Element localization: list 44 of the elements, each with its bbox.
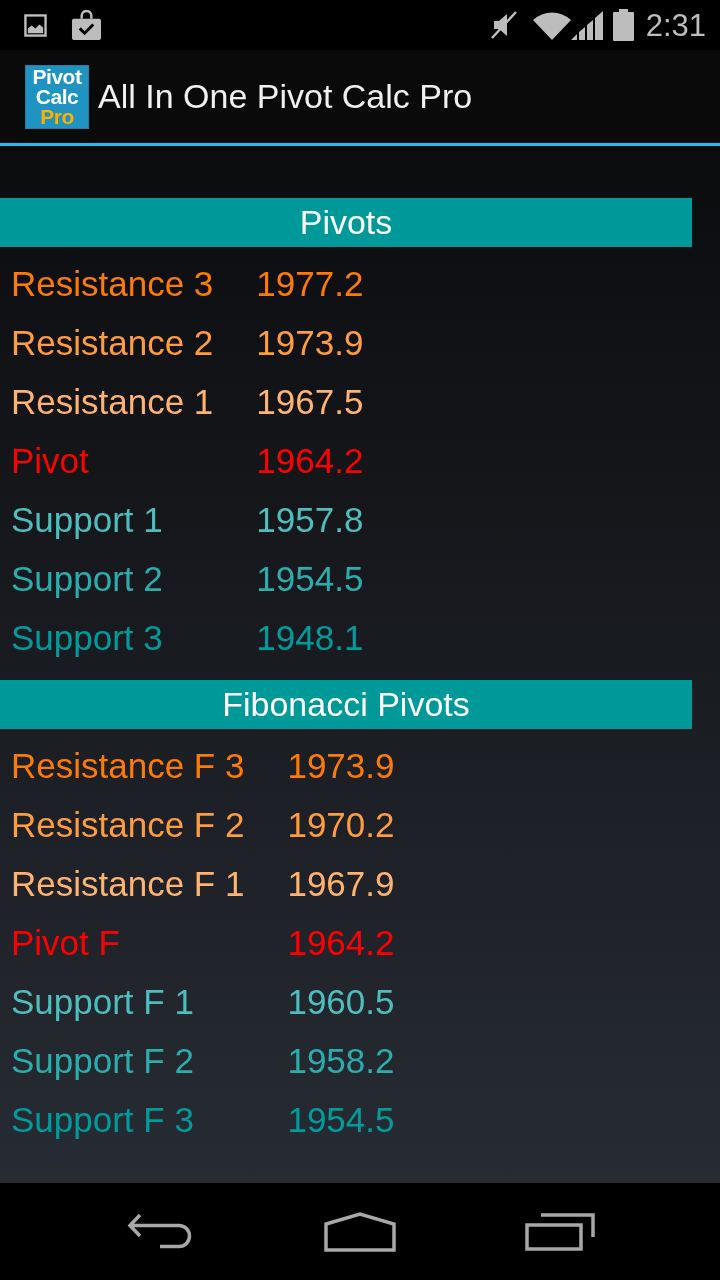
home-icon <box>324 1211 396 1252</box>
level-label: Resistance F 3 <box>11 745 245 787</box>
level-label: Pivot F <box>11 922 121 964</box>
level-value: 1964.2 <box>256 440 364 482</box>
section-header: Pivots <box>0 198 692 247</box>
level-value: 1973.9 <box>287 745 395 787</box>
level-value: 1958.2 <box>287 1040 395 1082</box>
wifi-icon <box>532 10 571 40</box>
level-value: 1970.2 <box>287 804 395 846</box>
level-value: 1977.2 <box>256 263 364 305</box>
recent-apps-icon <box>525 1212 595 1251</box>
level-label: Support F 2 <box>11 1040 195 1082</box>
level-label: Support 3 <box>11 617 164 659</box>
level-label: Support 1 <box>11 499 164 541</box>
logo-text: Pro <box>40 106 74 127</box>
level-label: Resistance 3 <box>11 263 214 305</box>
image-icon <box>24 13 47 37</box>
shopping-bag-check-icon <box>71 10 102 40</box>
level-value: 1957.8 <box>256 499 364 541</box>
clock-time: 2:31 <box>645 9 706 41</box>
level-value: 1973.9 <box>256 322 364 364</box>
level-value: 1954.5 <box>287 1099 395 1141</box>
battery-icon <box>612 9 634 41</box>
logo-text: Pivot <box>32 66 82 87</box>
level-value: 1967.9 <box>287 863 395 905</box>
level-label: Support F 1 <box>11 981 195 1023</box>
level-value: 1960.5 <box>287 981 395 1023</box>
section-header: Fibonacci Pivots <box>0 680 692 729</box>
level-label: Resistance 1 <box>11 381 214 423</box>
level-label: Pivot <box>11 440 90 482</box>
level-value: 1954.5 <box>256 558 364 600</box>
back-arrow-icon <box>127 1212 193 1251</box>
level-label: Resistance 2 <box>11 322 214 364</box>
muted-speaker-icon <box>490 11 517 39</box>
level-label: Support 2 <box>11 558 164 600</box>
signal-icon <box>570 10 605 40</box>
level-value: 1967.5 <box>256 381 364 423</box>
level-value: 1964.2 <box>287 922 395 964</box>
app-title: All In One Pivot Calc Pro <box>98 77 473 116</box>
level-label: Resistance F 1 <box>11 863 245 905</box>
level-value: 1948.1 <box>256 617 364 659</box>
level-label: Support F 3 <box>11 1099 195 1141</box>
logo-text: Calc <box>35 86 79 107</box>
level-label: Resistance F 2 <box>11 804 245 846</box>
